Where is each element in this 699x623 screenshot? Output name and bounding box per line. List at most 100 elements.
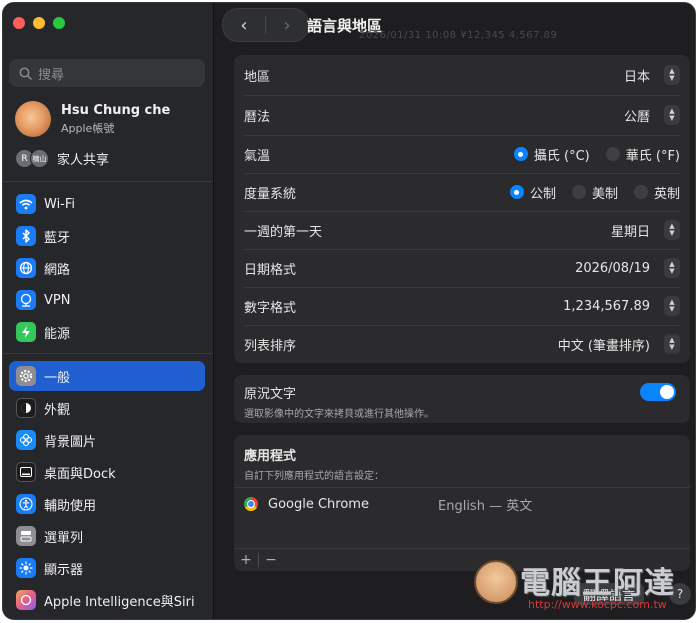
sidebar-item-menubar[interactable]: 選單列 bbox=[9, 521, 205, 551]
close-window-button[interactable] bbox=[13, 17, 25, 29]
bluetooth-icon bbox=[16, 226, 36, 246]
region-row[interactable]: 地區 日本 ▲ ▼ bbox=[234, 56, 690, 94]
sidebar-item-general[interactable]: 一般 bbox=[9, 361, 205, 391]
main-panel: ‹ › 語言與地區 2026/01/31 10:08 ¥12,345 4,567… bbox=[214, 3, 695, 619]
forward-button[interactable]: › bbox=[266, 15, 308, 36]
number-format-label: 數字格式 bbox=[244, 300, 297, 316]
window-controls bbox=[13, 17, 65, 29]
apps-header: 應用程式 自訂下列應用程式的語言設定： bbox=[244, 445, 384, 482]
siri-icon bbox=[16, 590, 36, 610]
settings-window: 搜尋 Hsu Chung che Apple帳號 R 楠山 家人共享 Wi-Fi bbox=[2, 2, 696, 620]
date-format-value: 2026/08/19 bbox=[575, 260, 650, 276]
temperature-row: 氣溫 攝氏 (°C) 華氏 (°F) bbox=[234, 135, 690, 173]
sidebar-item-appearance[interactable]: 外觀 bbox=[9, 393, 205, 423]
sidebar-item-apple-intelligence-siri[interactable]: Apple Intelligence與Siri bbox=[9, 585, 205, 615]
number-format-value: 1,234,567.89 bbox=[563, 298, 650, 314]
watermark: 電腦王阿達 http://www.kocpc.com.tw bbox=[470, 548, 694, 620]
live-text-card: 原況文字 選取影像中的文字來拷貝或進行其他操作。 bbox=[234, 375, 690, 423]
apple-account[interactable]: Hsu Chung che Apple帳號 bbox=[15, 101, 170, 137]
add-button[interactable]: + bbox=[234, 552, 258, 568]
date-format-label: 日期格式 bbox=[244, 262, 297, 278]
uk-label: 英制 bbox=[653, 186, 680, 202]
sidebar-item-label: Apple Intelligence與Siri bbox=[44, 594, 195, 610]
first-day-label: 一週的第一天 bbox=[244, 224, 323, 240]
calendar-row[interactable]: 曆法 公曆 ▲ ▼ bbox=[234, 96, 690, 134]
search-field[interactable]: 搜尋 bbox=[9, 59, 205, 87]
wifi-icon bbox=[16, 194, 36, 214]
calendar-value: 公曆 bbox=[623, 109, 650, 125]
metric-radio[interactable]: 公制 bbox=[509, 183, 556, 202]
watermark-text: 電腦王阿達 bbox=[520, 566, 675, 601]
sidebar-item-energy[interactable]: 能源 bbox=[9, 317, 205, 347]
chrome-icon bbox=[244, 497, 258, 511]
first-day-value: 星期日 bbox=[610, 224, 650, 240]
sidebar-item-label: 顯示器 bbox=[44, 562, 84, 578]
list-sort-row[interactable]: 列表排序 中文 (筆畫排序) ▲ ▼ bbox=[234, 325, 690, 363]
radio-selected bbox=[509, 185, 524, 199]
chevron-updown-icon[interactable]: ▲ ▼ bbox=[664, 220, 680, 240]
temperature-label: 氣溫 bbox=[244, 148, 271, 164]
dock-icon bbox=[16, 462, 36, 482]
uk-radio[interactable]: 英制 bbox=[633, 183, 680, 202]
sidebar-item-label: 選單列 bbox=[44, 530, 84, 546]
sidebar-item-displays[interactable]: 顯示器 bbox=[9, 553, 205, 583]
navigation-buttons: ‹ › bbox=[222, 8, 309, 42]
app-language: English — 英文 bbox=[438, 498, 533, 514]
globe-icon bbox=[16, 258, 36, 278]
live-text-text: 原況文字 選取影像中的文字來拷貝或進行其他操作。 bbox=[244, 383, 434, 420]
date-format-row[interactable]: 日期格式 2026/08/19 ▲ ▼ bbox=[234, 249, 690, 287]
first-day-row[interactable]: 一週的第一天 星期日 ▲ ▼ bbox=[234, 211, 690, 249]
sidebar-item-label: Wi-Fi bbox=[44, 196, 76, 212]
chevron-updown-icon[interactable]: ▲ ▼ bbox=[664, 65, 680, 85]
us-radio[interactable]: 美制 bbox=[571, 183, 618, 202]
menubar-icon bbox=[16, 526, 36, 546]
live-text-toggle[interactable] bbox=[640, 383, 676, 401]
sidebar-item-network[interactable]: 網路 bbox=[9, 253, 205, 283]
sidebar-item-label: 背景圖片 bbox=[44, 434, 97, 450]
radio-selected bbox=[513, 147, 528, 161]
avatar bbox=[15, 101, 51, 137]
appearance-icon bbox=[16, 398, 36, 418]
chevron-updown-icon[interactable]: ▲ ▼ bbox=[664, 258, 680, 278]
sidebar-item-desktop-dock[interactable]: 桌面與Dock bbox=[9, 457, 205, 487]
measurement-label: 度量系統 bbox=[244, 186, 297, 202]
sidebar-item-vpn[interactable]: VPN bbox=[9, 285, 205, 315]
sidebar-item-label: 輔助使用 bbox=[44, 498, 97, 514]
metric-label: 公制 bbox=[529, 186, 556, 202]
sidebar-item-label: 藍牙 bbox=[44, 230, 71, 246]
vpn-icon bbox=[16, 290, 36, 310]
toolbar: ‹ › 語言與地區 2026/01/31 10:08 ¥12,345 4,567… bbox=[214, 3, 695, 47]
list-sort-label: 列表排序 bbox=[244, 338, 297, 354]
minimize-window-button[interactable] bbox=[33, 17, 45, 29]
us-label: 美制 bbox=[591, 186, 618, 202]
celsius-radio[interactable]: 攝氏 (°C) bbox=[513, 145, 590, 164]
remove-button[interactable]: − bbox=[259, 552, 283, 568]
search-placeholder: 搜尋 bbox=[38, 67, 65, 83]
family-sharing[interactable]: R 楠山 家人共享 bbox=[15, 149, 109, 168]
watermark-url: http://www.kocpc.com.tw bbox=[528, 598, 667, 611]
battery-icon bbox=[16, 322, 36, 342]
family-avatar: 楠山 bbox=[30, 149, 49, 168]
sidebar-item-bluetooth[interactable]: 藍牙 bbox=[9, 221, 205, 251]
chevron-updown-icon[interactable]: ▲ ▼ bbox=[664, 105, 680, 125]
preview-text: 2026/01/31 10:08 ¥12,345 4,567.89 bbox=[359, 30, 558, 41]
sidebar-item-wifi[interactable]: Wi-Fi bbox=[9, 189, 205, 219]
display-icon bbox=[16, 558, 36, 578]
fahrenheit-label: 華氏 (°F) bbox=[625, 148, 680, 164]
sidebar-item-accessibility[interactable]: 輔助使用 bbox=[9, 489, 205, 519]
sidebar: 搜尋 Hsu Chung che Apple帳號 R 楠山 家人共享 Wi-Fi bbox=[3, 3, 214, 619]
fahrenheit-radio[interactable]: 華氏 (°F) bbox=[605, 145, 680, 164]
back-button[interactable]: ‹ bbox=[223, 15, 265, 36]
number-format-row[interactable]: 數字格式 1,234,567.89 ▲ ▼ bbox=[234, 287, 690, 325]
user-subtitle: Apple帳號 bbox=[61, 121, 115, 135]
accessibility-icon bbox=[16, 494, 36, 514]
chevron-updown-icon[interactable]: ▲ ▼ bbox=[664, 296, 680, 316]
calendar-label: 曆法 bbox=[244, 109, 271, 125]
sidebar-item-wallpaper[interactable]: 背景圖片 bbox=[9, 425, 205, 455]
app-row[interactable]: Google Chrome English — 英文 bbox=[234, 487, 690, 521]
list-sort-value: 中文 (筆畫排序) bbox=[557, 338, 650, 354]
live-text-description: 選取影像中的文字來拷貝或進行其他操作。 bbox=[244, 409, 434, 420]
chevron-updown-icon[interactable]: ▲ ▼ bbox=[664, 334, 680, 354]
zoom-window-button[interactable] bbox=[53, 17, 65, 29]
format-settings-card: 地區 日本 ▲ ▼ 曆法 公曆 ▲ ▼ 氣溫 攝氏 (°C) 華氏 (°F) 度… bbox=[234, 55, 690, 363]
